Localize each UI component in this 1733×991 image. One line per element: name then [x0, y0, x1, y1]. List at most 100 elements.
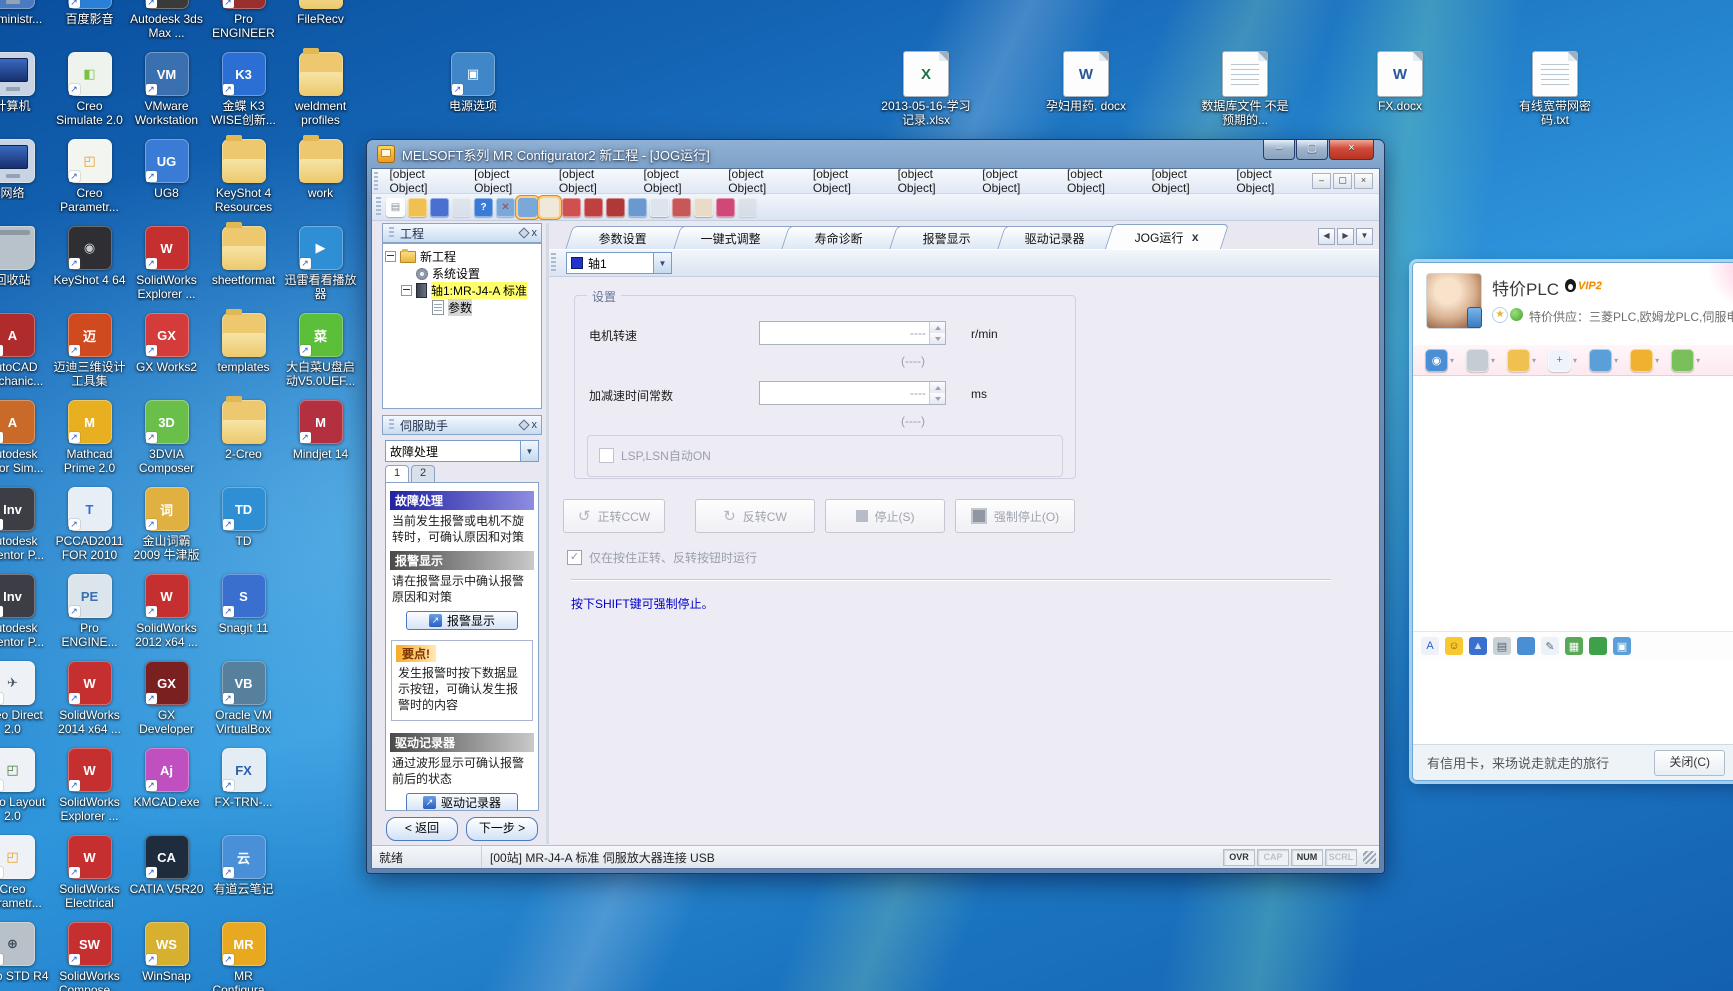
desktop-icon[interactable]: ↗ 有线宽带网密 码.txt — [1507, 52, 1603, 127]
desktop-icon[interactable]: ↗ templates — [205, 303, 282, 390]
assistant-tab[interactable]: 2 — [411, 465, 435, 482]
drive-recorder-button[interactable]: ↗ 驱动记录器 — [406, 793, 518, 811]
desktop-icon[interactable]: S ↗ Snagit 11 — [205, 564, 282, 651]
desktop-icon[interactable]: ◰ ↗ Creo Parametr... — [51, 129, 128, 216]
copy-icon[interactable] — [650, 198, 669, 217]
tree-item[interactable]: 系统设置 — [385, 265, 539, 282]
desktop-icon[interactable]: ▣ ↗ 电源选项 — [430, 52, 516, 113]
screen-share-icon[interactable]: ▣ — [1613, 637, 1637, 655]
menu-item[interactable]: [object Object] — [973, 168, 1058, 198]
desktop-icon[interactable]: ◰ ↗ Creo Parametr... — [0, 825, 51, 912]
tree-item[interactable]: 参数 — [385, 299, 539, 316]
chevron-down-icon[interactable]: ▾ — [1614, 356, 1618, 365]
emoji-icon[interactable]: ☺ — [1445, 637, 1469, 655]
tree-item[interactable]: 轴1:MR-J4-A 标准 — [385, 282, 539, 299]
forward-ccw-button[interactable]: ↺ 正转CCW — [563, 499, 665, 533]
title-bar[interactable]: MELSOFT系列 MR Configurator2 新工程 - [JOG运行] — [367, 140, 1384, 168]
menu-item[interactable]: [object Object] — [550, 168, 635, 198]
desktop-icon[interactable]: W ↗ SolidWorks Electrical — [51, 825, 128, 912]
open-project-icon[interactable] — [408, 198, 427, 217]
chevron-down-icon[interactable]: ▾ — [1450, 356, 1454, 365]
font-icon[interactable]: A — [1421, 637, 1445, 655]
desktop-icon[interactable]: VM ↗ VMware Workstation — [128, 42, 205, 129]
document-tab[interactable]: 报警显示 — [889, 226, 1012, 249]
desktop-icon[interactable]: T ↗ PCCAD2011 FOR 2010 — [51, 477, 128, 564]
chevron-down-icon[interactable]: ▾ — [1696, 356, 1700, 365]
mdi-minimize-button[interactable]: – — [1312, 173, 1331, 189]
help-icon[interactable]: ? — [474, 198, 493, 217]
apps-icon[interactable]: ▾ — [1671, 349, 1700, 372]
desktop-icon[interactable]: CA ↗ CATIA V5R20 — [128, 825, 205, 912]
lsp-auto-on-checkbox[interactable] — [599, 448, 614, 463]
docking-help-icon[interactable] — [540, 198, 559, 217]
desktop-icon[interactable]: ✈ ↗ Creo Direct 2.0 — [0, 651, 51, 738]
desktop-icon[interactable]: PE ↗ Pro ENGINEER — [205, 0, 282, 42]
create-group-icon[interactable]: + ▾ — [1548, 349, 1577, 372]
desktop-icon[interactable]: ▶ ↗ 迅雷看看播放器 — [282, 216, 359, 303]
desktop-icon[interactable]: ↗ 网络 — [0, 129, 51, 216]
desktop-icon[interactable]: ↗ weldment profiles — [282, 42, 359, 129]
image-icon[interactable]: ▦ — [1565, 637, 1589, 655]
document-tab[interactable]: 寿命诊断 — [781, 226, 904, 249]
stop-button[interactable]: 停止(S) — [825, 499, 945, 533]
motor-icon[interactable] — [606, 198, 625, 217]
tab-list-icon[interactable]: ▼ — [1356, 228, 1373, 245]
desktop-icon[interactable]: ↗ sheetformat — [205, 216, 282, 303]
axis-select[interactable]: 轴1 ▼ — [566, 252, 672, 274]
tree-item[interactable]: 新工程 — [385, 248, 539, 265]
close-icon[interactable]: x — [532, 228, 538, 238]
send-file-icon[interactable]: ▾ — [1507, 349, 1536, 372]
desktop-icon[interactable]: W ↗ SolidWorks 2012 x64 ... — [128, 564, 205, 651]
minimize-button[interactable]: – — [1263, 140, 1295, 160]
desktop-icon[interactable]: UG ↗ UG8 — [128, 129, 205, 216]
resize-grip[interactable] — [1363, 851, 1376, 864]
menu-item[interactable]: [object Object] — [380, 168, 465, 198]
desktop-icon[interactable]: A ↗ Autodesk Algor Sim... — [0, 390, 51, 477]
desktop-icon[interactable]: X ↗ 2013-05-16-学习记录.xlsx — [878, 52, 974, 127]
desktop-icon[interactable]: MR ↗ MR Configura... — [205, 912, 282, 991]
qzone-icon[interactable] — [1510, 308, 1523, 321]
desktop-icon[interactable]: ↗ 2-Creo — [205, 390, 282, 477]
footer-ad-text[interactable]: 有信用卡，来场说走就走的旅行 — [1427, 753, 1609, 772]
desktop-icon[interactable]: W ↗ SolidWorks Explorer ... — [51, 738, 128, 825]
mdi-restore-button[interactable]: ▢ — [1333, 173, 1352, 189]
desktop-icon[interactable]: ↗ 计算机 — [0, 42, 51, 129]
voice-call-icon[interactable]: ▾ — [1466, 349, 1495, 372]
desktop-icon[interactable]: W ↗ FX.docx — [1352, 52, 1448, 113]
document-tab[interactable]: JOG运行 x — [1105, 224, 1229, 249]
chevron-down-icon[interactable]: ▼ — [520, 441, 538, 461]
maximize-button[interactable]: ▢ — [1296, 140, 1328, 160]
desktop-icon[interactable]: A ↗ AutoCAD Mechanic... — [0, 303, 51, 390]
menu-item[interactable]: [object Object] — [1143, 168, 1228, 198]
desktop-icon[interactable]: W ↗ SolidWorks 2014 x64 ... — [51, 651, 128, 738]
desktop-icon[interactable]: K3 ↗ 金蝶 K3 WISE创新... — [205, 42, 282, 129]
desktop-icon[interactable]: FX ↗ FX-TRN-... — [205, 738, 282, 825]
accel-stepper[interactable] — [929, 382, 945, 404]
search-icon[interactable] — [672, 198, 691, 217]
menu-item[interactable]: [object Object] — [1058, 168, 1143, 198]
chevron-down-icon[interactable]: ▾ — [1532, 356, 1536, 365]
desktop-icon[interactable]: VB ↗ Oracle VM VirtualBox — [205, 651, 282, 738]
document-tab[interactable]: 一键式调整 — [673, 226, 796, 249]
contact-name[interactable]: 特价PLC — [1492, 275, 1559, 300]
desktop-icon[interactable]: 3ds ↗ Autodesk 3ds Max ... — [128, 0, 205, 42]
tree-expander-icon[interactable] — [385, 251, 396, 262]
motor-speed-stepper[interactable] — [929, 322, 945, 344]
desktop-icon[interactable]: TD ↗ TD — [205, 477, 282, 564]
desktop-icon[interactable]: ↗ 数据库文件 不是预期的... — [1195, 52, 1295, 127]
desktop-icon[interactable]: 词 ↗ 金山词霸 2009 牛津版 — [128, 477, 205, 564]
accel-input[interactable]: ---- — [759, 381, 946, 405]
document-tab[interactable]: 驱动记录器 — [997, 226, 1120, 249]
desktop-icon[interactable]: W ↗ 孕妇用药. docx — [1040, 52, 1132, 113]
desktop-icon[interactable]: GX ↗ GX Developer — [128, 651, 205, 738]
reverse-cw-button[interactable]: ↻ 反转CW — [695, 499, 815, 533]
chevron-down-icon[interactable]: ▾ — [1491, 356, 1495, 365]
graph-icon[interactable] — [628, 198, 647, 217]
assistant-tab[interactable]: 1 — [385, 465, 409, 482]
magic-wand-icon[interactable]: ▲ — [1469, 637, 1493, 655]
desktop-icon[interactable]: 菜 ↗ 大白菜U盘启动V5.0UEF... — [282, 303, 359, 390]
desktop-icon[interactable]: ↗ FileRecv — [282, 0, 359, 42]
assistant-topic-select[interactable]: 故障处理 ▼ — [385, 440, 539, 462]
close-icon[interactable]: x — [532, 420, 538, 430]
desktop-icon[interactable]: W ↗ SolidWorks Explorer ... — [128, 216, 205, 303]
